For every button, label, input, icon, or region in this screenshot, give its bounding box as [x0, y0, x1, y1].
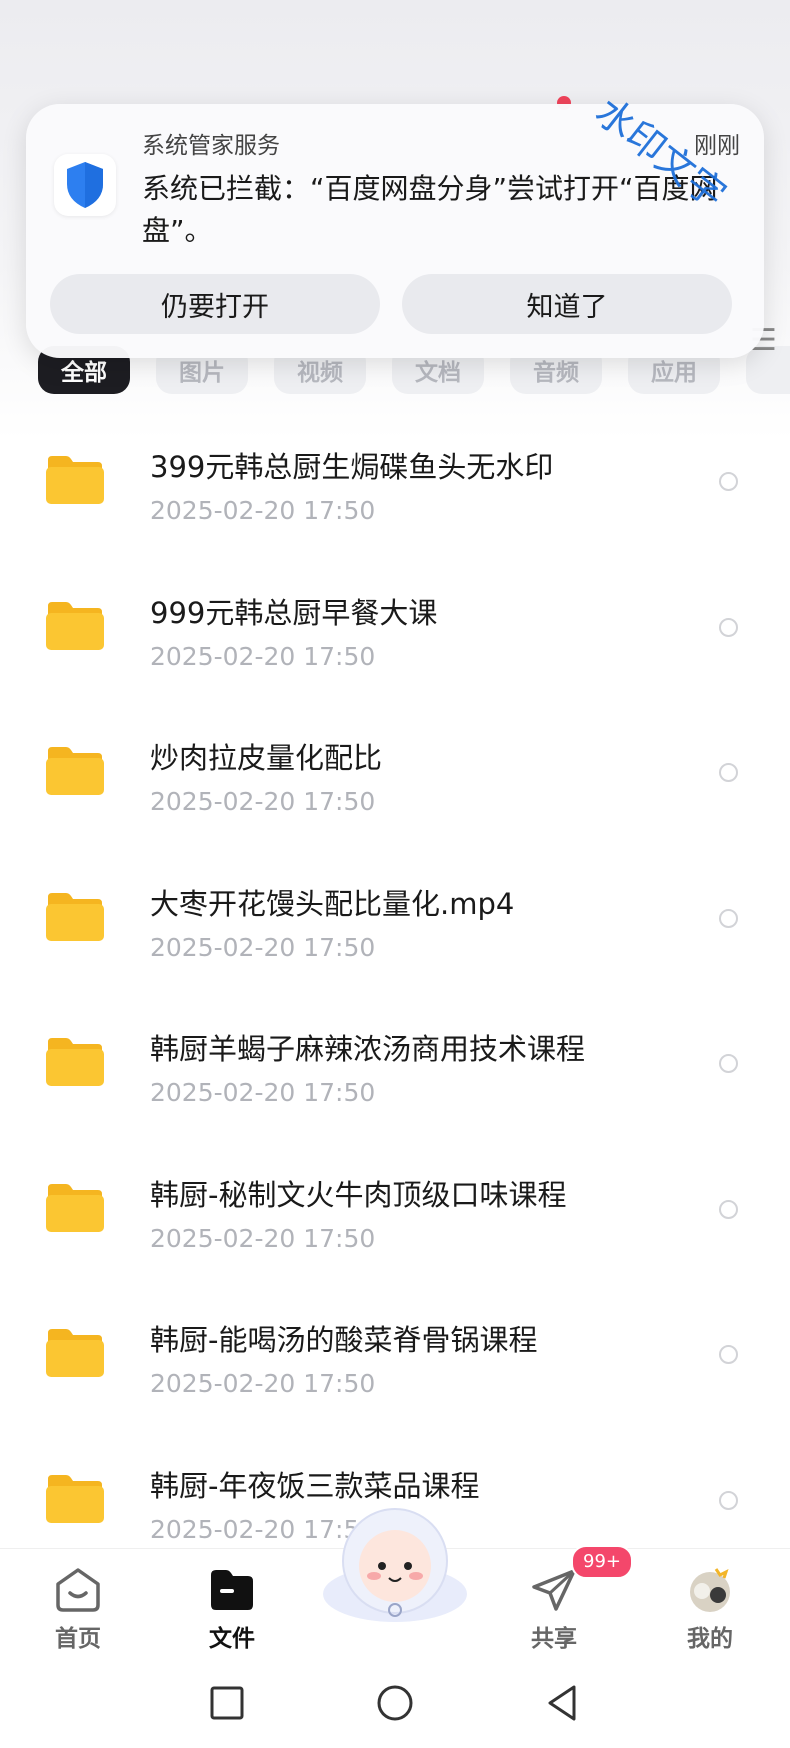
file-name: 韩厨-秘制文火牛肉顶级口味课程: [150, 1177, 567, 1212]
shield-icon: [54, 154, 116, 216]
file-date: 2025-02-20 17:50: [150, 1078, 376, 1107]
folder-tab-icon: [208, 1567, 256, 1613]
select-radio[interactable]: [719, 1490, 738, 1510]
folder-icon: [44, 1473, 106, 1525]
list-item[interactable]: 韩厨羊蝎子麻辣浓汤商用技术课程 2025-02-20 17:50: [0, 992, 790, 1138]
file-date: 2025-02-20 17:50: [150, 932, 376, 962]
folder-icon: [44, 1327, 106, 1379]
tab-me[interactable]: 我的: [650, 1559, 770, 1655]
list-item[interactable]: 999元韩总厨早餐大课 2025-02-20 17:50: [0, 556, 790, 702]
got-it-button[interactable]: 知道了: [402, 274, 732, 334]
notification-app-name: 系统管家服务: [142, 133, 280, 159]
home-icon: [54, 1567, 102, 1613]
file-name: 韩厨-年夜饭三款菜品课程: [150, 1468, 480, 1503]
file-name: 999元韩总厨早餐大课: [150, 595, 438, 630]
file-name: 炒肉拉皮量化配比: [150, 741, 383, 775]
select-radio[interactable]: [719, 1345, 738, 1364]
open-anyway-button[interactable]: 仍要打开: [50, 274, 380, 334]
file-date: 2025-02-20 17:50: [150, 496, 376, 525]
select-radio[interactable]: [719, 472, 738, 491]
notification-message: 系统已拦截：“百度网盘分身”尝试打开“百度网盘”。: [142, 172, 718, 247]
send-icon: [530, 1567, 578, 1613]
select-radio[interactable]: [719, 617, 738, 637]
home-button[interactable]: [370, 1678, 420, 1728]
folder-icon: [44, 891, 106, 943]
folder-icon: [44, 745, 106, 797]
list-item[interactable]: 炒肉拉皮量化配比 2025-02-20 17:50: [0, 701, 790, 847]
avatar: [686, 1567, 734, 1613]
file-name: 韩厨-能喝汤的酸菜脊骨锅课程: [150, 1323, 538, 1357]
select-radio[interactable]: [719, 908, 738, 928]
share-badge: 99+: [571, 1545, 633, 1579]
file-name: 大枣开花馒头配比量化.mp4: [150, 886, 515, 921]
list-item[interactable]: 大枣开花馒头配比量化.mp4 2025-02-20 17:50: [0, 847, 790, 993]
folder-icon: [44, 454, 106, 506]
file-date: 2025-02-20 17:50: [150, 1223, 376, 1253]
folder-icon: [44, 600, 106, 652]
tab-home[interactable]: 首页: [18, 1559, 138, 1655]
select-radio[interactable]: [719, 1054, 738, 1073]
file-list: 399元韩总厨生焗碟鱼头无水印 2025-02-20 17:50 999元韩总厨…: [0, 410, 790, 1574]
select-radio[interactable]: [719, 763, 738, 782]
list-item[interactable]: 399元韩总厨生焗碟鱼头无水印 2025-02-20 17:50: [0, 410, 790, 556]
list-item[interactable]: 韩厨-秘制文火牛肉顶级口味课程 2025-02-20 17:50: [0, 1138, 790, 1284]
tab-files[interactable]: 文件: [172, 1559, 292, 1655]
tab-label: 首页: [55, 1626, 101, 1652]
file-name: 399元韩总厨生焗碟鱼头无水印: [150, 450, 554, 484]
folder-icon: [44, 1036, 106, 1088]
tab-label: 文件: [209, 1626, 255, 1652]
tab-label: 我的: [687, 1626, 733, 1652]
list-item[interactable]: 韩厨-能喝汤的酸菜脊骨锅课程 2025-02-20 17:50: [0, 1283, 790, 1429]
mascot-button[interactable]: [316, 1506, 474, 1626]
folder-icon: [44, 1182, 106, 1234]
file-date: 2025-02-20 17:50: [150, 641, 376, 671]
recents-button[interactable]: [202, 1678, 252, 1728]
file-name: 韩厨羊蝎子麻辣浓汤商用技术课程: [150, 1032, 586, 1066]
back-button[interactable]: [538, 1678, 588, 1728]
file-date: 2025-02-20 17:50: [150, 1369, 376, 1398]
file-date: 2025-02-20 17:50: [150, 787, 376, 816]
tab-label: 共享: [531, 1626, 577, 1652]
select-radio[interactable]: [719, 1199, 738, 1219]
system-navigation-bar: [0, 1660, 790, 1748]
